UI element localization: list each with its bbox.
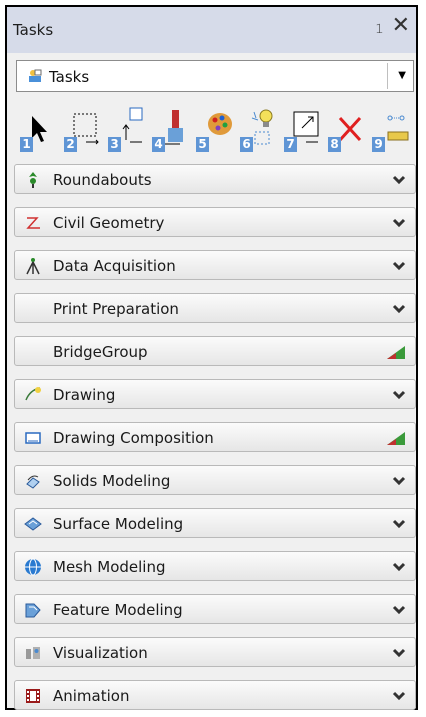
chevron-down-icon[interactable] [392, 603, 406, 617]
group-label: Feature Modeling [53, 601, 183, 619]
tool-number: 2 [64, 137, 77, 152]
group-print-preparation[interactable]: Print Preparation [14, 293, 416, 323]
group-solids-modeling[interactable]: Solids Modeling [14, 465, 416, 495]
drawing-icon [25, 387, 41, 401]
group-civil-geometry[interactable]: Civil Geometry [14, 207, 416, 237]
panel-title: Tasks [13, 21, 54, 39]
group-label: Roundabouts [53, 171, 152, 189]
group-label: Drawing Composition [53, 429, 214, 447]
chevron-down-icon[interactable] [392, 302, 406, 316]
film-icon [26, 689, 40, 703]
chevron-down-icon[interactable]: ▼ [398, 70, 406, 81]
task-toolbar: 1 2 3 4 5 6 7 8 9 [16, 104, 414, 154]
chevron-down-icon[interactable] [392, 388, 406, 402]
pin-icon[interactable]: 𝟷 [375, 21, 384, 37]
chevron-down-icon[interactable] [392, 646, 406, 660]
chevron-down-icon[interactable] [392, 474, 406, 488]
chevron-down-icon[interactable] [392, 173, 406, 187]
group-mesh-modeling[interactable]: Mesh Modeling [14, 551, 416, 581]
surface-icon [24, 517, 42, 531]
tasks-panel: Tasks 𝟷 ✕ Tasks ▼ 1 2 3 4 5 6 7 8 9 Roun… [5, 5, 418, 710]
tool-number: 1 [20, 137, 33, 152]
group-label: Civil Geometry [53, 214, 165, 232]
tool-7[interactable]: 7 [282, 104, 322, 154]
group-label: BridgeGroup [53, 343, 148, 361]
group-animation[interactable]: Animation [14, 680, 416, 710]
group-label: Mesh Modeling [53, 558, 166, 576]
group-label: Visualization [53, 644, 148, 662]
feature-icon [25, 603, 41, 618]
group-label: Drawing [53, 386, 116, 404]
tool-number: 9 [372, 137, 385, 152]
roundabout-icon [29, 172, 37, 188]
tool-6[interactable]: 6 [238, 104, 278, 154]
group-label: Surface Modeling [53, 515, 184, 533]
tool-number: 4 [152, 137, 165, 152]
chevron-down-icon[interactable] [392, 517, 406, 531]
chevron-down-icon[interactable] [392, 216, 406, 230]
drawing-composition-icon [25, 432, 41, 444]
tool-5[interactable]: 5 [194, 104, 234, 154]
group-visualization[interactable]: Visualization [14, 637, 416, 667]
group-feature-modeling[interactable]: Feature Modeling [14, 594, 416, 624]
group-roundabouts[interactable]: Roundabouts [14, 164, 416, 194]
close-icon[interactable]: ✕ [392, 15, 410, 37]
group-bridgegroup[interactable]: BridgeGroup [14, 336, 416, 366]
tool-number: 6 [240, 137, 253, 152]
group-surface-modeling[interactable]: Surface Modeling [14, 508, 416, 538]
mesh-icon [25, 558, 41, 576]
tasks-icon [29, 69, 42, 82]
tool-number: 5 [196, 137, 209, 152]
chevron-down-icon[interactable] [392, 259, 406, 273]
visualization-icon [26, 647, 40, 659]
group-label: Data Acquisition [53, 257, 176, 275]
tool-9[interactable]: 9 [370, 104, 410, 154]
tool-2[interactable]: 2 [62, 104, 102, 154]
tool-number: 7 [284, 137, 297, 152]
tool-number: 8 [328, 137, 341, 152]
civil-geometry-icon [26, 217, 40, 229]
group-label: Solids Modeling [53, 472, 171, 490]
tool-4[interactable]: 4 [150, 104, 190, 154]
group-drawing-composition[interactable]: Drawing Composition [14, 422, 416, 452]
signal-strength-icon [387, 432, 405, 445]
tool-3[interactable]: 3 [106, 104, 146, 154]
dropdown-value: Tasks [49, 68, 90, 86]
solids-icon [26, 475, 40, 489]
chevron-down-icon[interactable] [392, 560, 406, 574]
group-drawing[interactable]: Drawing [14, 379, 416, 409]
dropdown-separator [387, 63, 388, 89]
tool-1[interactable]: 1 [18, 104, 58, 154]
tripod-icon [26, 258, 40, 275]
signal-strength-icon [387, 346, 405, 359]
tool-8[interactable]: 8 [326, 104, 366, 154]
group-label: Animation [53, 687, 130, 705]
chevron-down-icon[interactable] [392, 689, 406, 703]
panel-titlebar: Tasks 𝟷 ✕ [7, 7, 416, 53]
group-label: Print Preparation [53, 300, 179, 318]
group-data-acquisition[interactable]: Data Acquisition [14, 250, 416, 280]
task-selector-dropdown[interactable]: Tasks ▼ [16, 60, 414, 92]
tool-number: 3 [108, 137, 121, 152]
